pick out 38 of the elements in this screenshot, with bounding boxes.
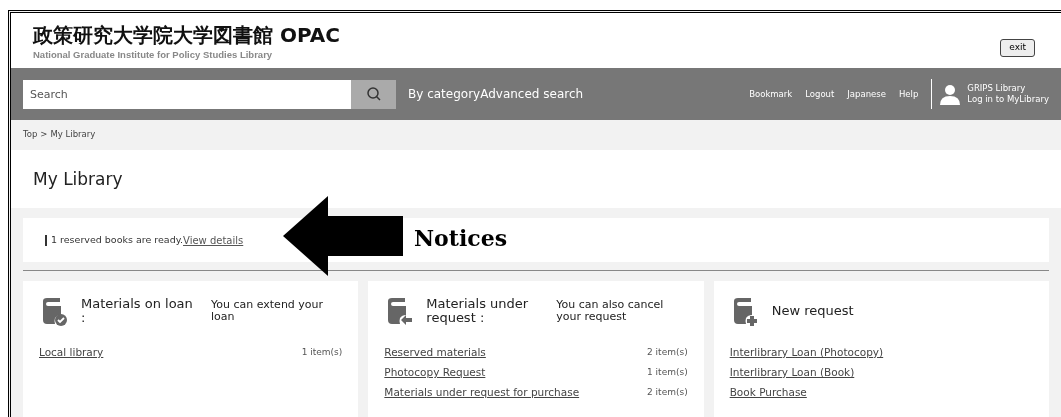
- search-button[interactable]: [351, 79, 396, 109]
- item-count: 1 item(s): [647, 366, 688, 380]
- user-name: GRIPS Library: [967, 83, 1027, 95]
- card-link[interactable]: Book Purchase: [729, 384, 807, 401]
- view-details-link[interactable]: View details: [183, 232, 244, 248]
- card-link[interactable]: Materials under request for purchase: [384, 384, 580, 401]
- nav-link[interactable]: Help: [898, 87, 919, 101]
- nav-link[interactable]: Advanced search: [480, 85, 584, 104]
- annotation-label: Notices: [414, 224, 508, 253]
- card-link[interactable]: Local library: [39, 345, 104, 361]
- user-icon: [938, 82, 963, 107]
- breadcrumb-item[interactable]: My Library: [50, 127, 96, 141]
- site-subtitle: National Graduate Institute for Policy Studies Library: [33, 48, 274, 62]
- notice-text: 1 reserved books are ready.: [51, 233, 183, 248]
- search-field[interactable]: Search: [23, 79, 351, 109]
- breadcrumb-item[interactable]: Top: [23, 127, 38, 141]
- site-title: 政策研究大学院大学図書館 OPAC: [33, 23, 340, 48]
- item-count: 2 item(s): [647, 346, 688, 360]
- nav-link[interactable]: By category: [408, 85, 481, 104]
- nav-link[interactable]: Bookmark: [749, 87, 793, 101]
- card-title: Materials under request :: [426, 297, 530, 326]
- card-link[interactable]: Interlibrary Loan (Book): [729, 365, 855, 381]
- card-link[interactable]: Interlibrary Loan (Photocopy): [729, 345, 884, 361]
- login-link[interactable]: Log in to MyLibrary: [967, 94, 1049, 106]
- breadcrumb-separator: >: [40, 127, 48, 141]
- nav-link[interactable]: Japanese: [847, 87, 886, 101]
- item-count: 2 item(s): [647, 385, 688, 399]
- card-subtitle: You can also cancel your request: [556, 299, 665, 324]
- exit-button[interactable]: exit: [1000, 39, 1035, 57]
- item-count: 1 item(s): [301, 346, 343, 360]
- card-link[interactable]: Photocopy Request: [384, 365, 486, 381]
- card-title: New request: [771, 304, 854, 319]
- card-subtitle: You can extend your loan: [211, 299, 325, 324]
- search-icon: [365, 86, 382, 103]
- nav-link[interactable]: Logout: [805, 87, 835, 101]
- page-title: My Library: [33, 167, 123, 191]
- card-link[interactable]: Reserved materials: [384, 345, 486, 361]
- card-title: Materials on loan :: [81, 297, 194, 326]
